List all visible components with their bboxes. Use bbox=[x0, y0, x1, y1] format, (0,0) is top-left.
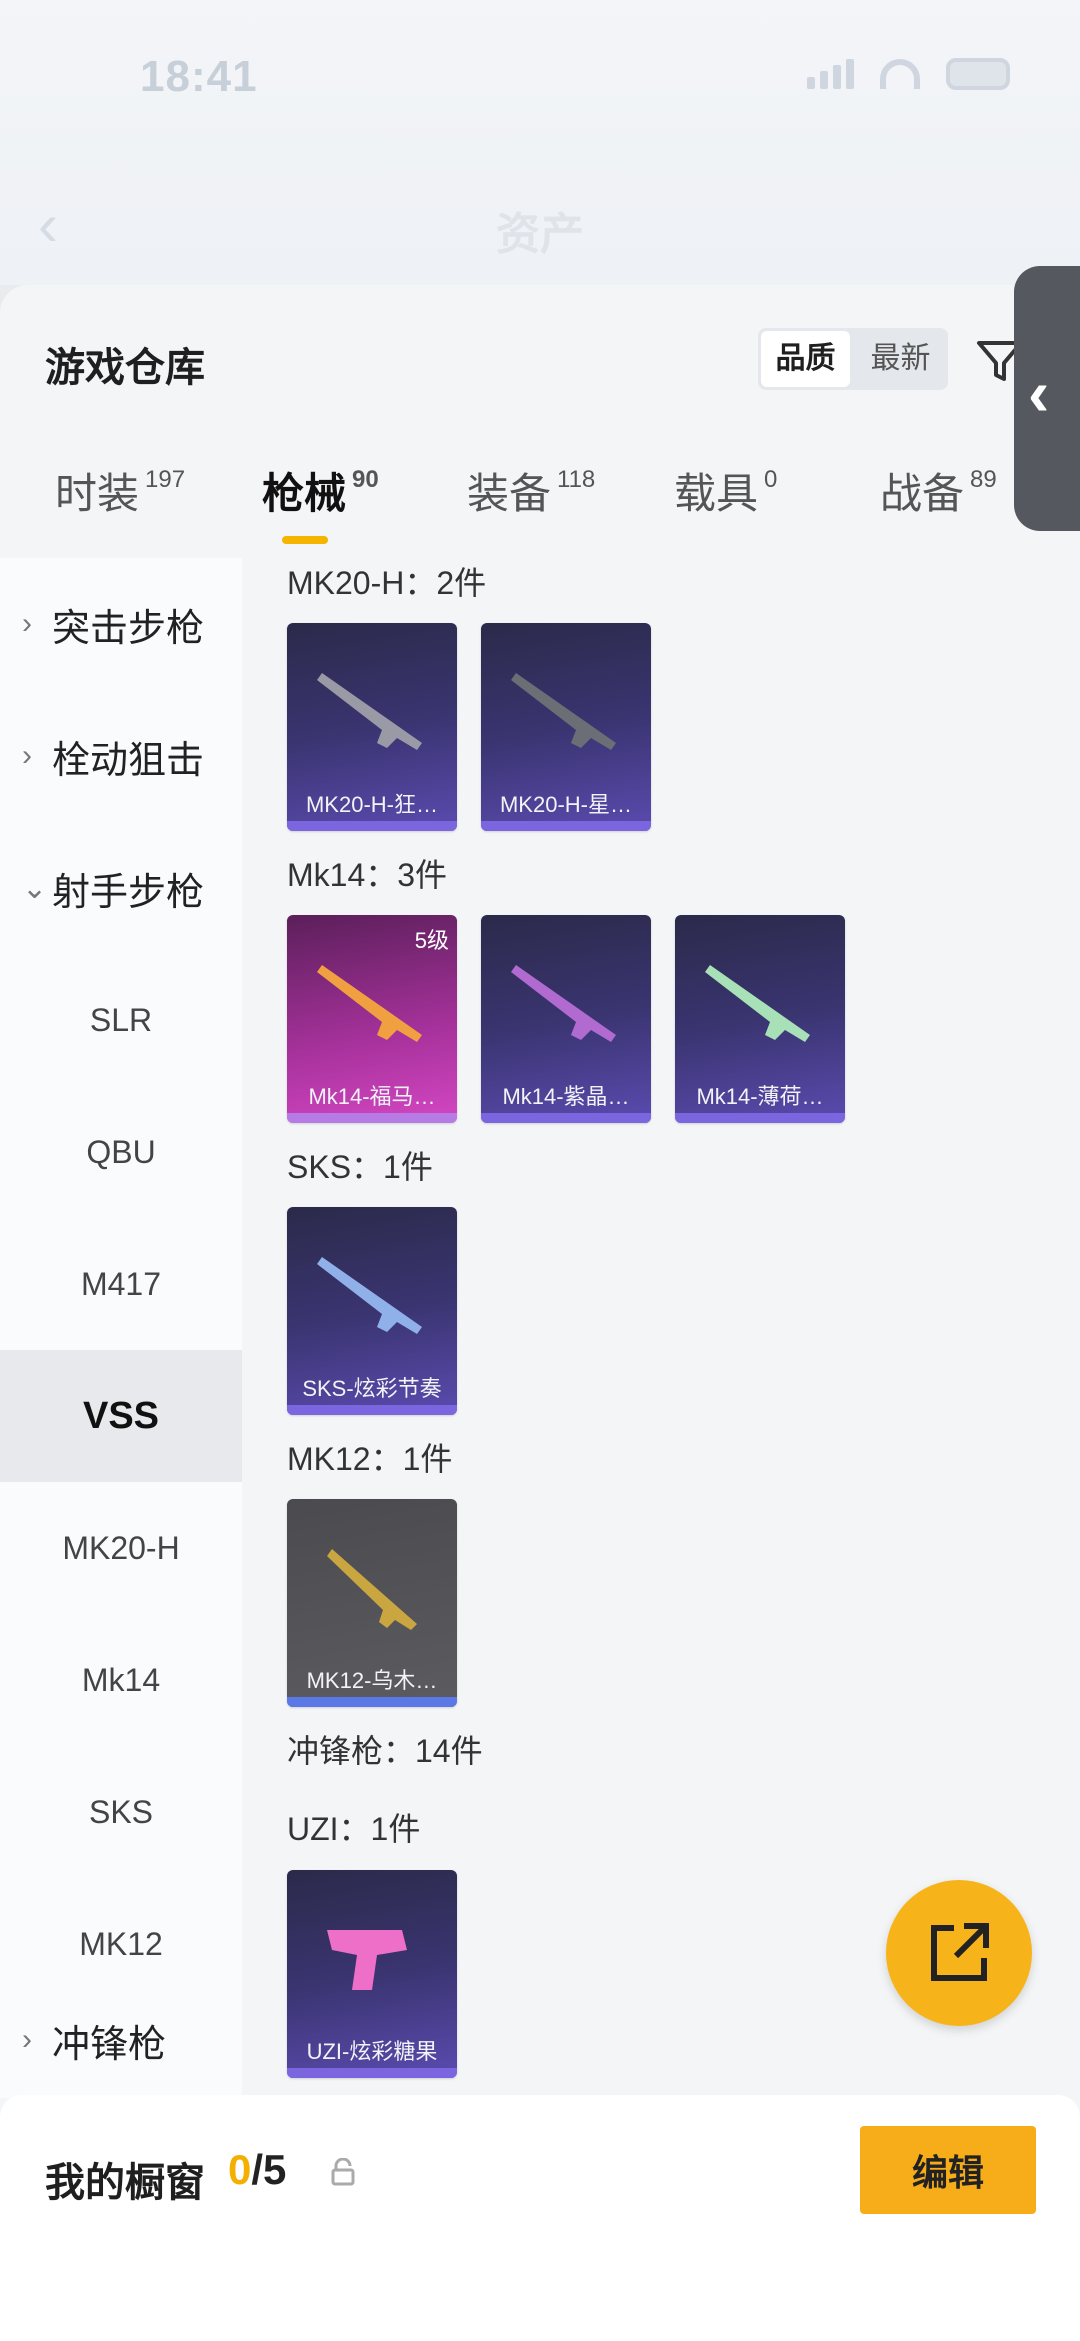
skin-name: UZI-炫彩糖果 bbox=[306, 2039, 438, 2064]
tab-fashion[interactable]: 时装 197 bbox=[55, 460, 185, 521]
rifle-icon bbox=[511, 965, 616, 1042]
weapon-category-sidebar: › 突击步枪 › 栓动狙击 ⌄ 射手步枪 SLR QBU M417 VSS MK20-… bbox=[0, 558, 242, 2098]
chevron-right-icon: › bbox=[22, 739, 32, 772]
sidebar-item-label: 射手步枪 bbox=[52, 871, 205, 914]
nav-title: 资产 bbox=[496, 210, 584, 259]
tab-count: 89 bbox=[970, 466, 997, 493]
sidebar-item-marksman-rifle[interactable]: ⌄ 射手步枪 bbox=[0, 822, 242, 954]
skin-name: Mk14-薄荷… bbox=[696, 1084, 824, 1109]
rifle-icon bbox=[317, 1257, 422, 1334]
sort-latest-button[interactable]: 最新 bbox=[856, 331, 945, 387]
rarity-bar bbox=[675, 1113, 845, 1123]
sort-quality-button[interactable]: 品质 bbox=[761, 331, 850, 387]
tab-count: 90 bbox=[352, 466, 379, 493]
sidebar-sub-qbu[interactable]: QBU bbox=[0, 1086, 242, 1218]
rarity-bar bbox=[287, 821, 457, 831]
rarity-bar bbox=[287, 1405, 457, 1415]
sort-toggle: 品质 最新 bbox=[758, 328, 948, 390]
sidebar-sub-vss[interactable]: VSS bbox=[0, 1350, 242, 1482]
share-icon bbox=[931, 1923, 989, 1981]
skin-card[interactable]: UZI-炫彩糖果 bbox=[287, 1870, 457, 2078]
lock-icon bbox=[331, 2158, 355, 2186]
page-title: 游戏仓库 bbox=[45, 346, 205, 390]
tab-indicator bbox=[282, 536, 328, 544]
tab-label: 枪械 bbox=[262, 470, 347, 517]
sidebar-item-assault-rifle[interactable]: › 突击步枪 bbox=[0, 558, 242, 690]
rarity-bar bbox=[481, 1113, 651, 1123]
smg-icon bbox=[327, 1930, 407, 1990]
status-icons bbox=[807, 58, 1010, 90]
sidebar-item-label: 栓动狙击 bbox=[52, 739, 205, 782]
skin-name: MK20-H-狂… bbox=[305, 792, 438, 817]
sidebar-sub-mk20h[interactable]: MK20-H bbox=[0, 1482, 242, 1614]
sidebar-item-smg[interactable]: › 冲锋枪 bbox=[0, 1974, 242, 2106]
status-time: 18:41 bbox=[140, 52, 258, 101]
skin-card[interactable]: MK12-乌木… bbox=[287, 1499, 457, 1707]
rifle-icon bbox=[317, 965, 422, 1042]
tab-supplies[interactable]: 战备 89 bbox=[880, 460, 997, 521]
tab-label: 战备 bbox=[880, 470, 965, 517]
tab-guns[interactable]: 枪械 90 bbox=[262, 460, 379, 521]
group-title: UZI：1件 bbox=[287, 1811, 421, 1847]
skin-name: MK12-乌木… bbox=[306, 1668, 438, 1693]
showcase-current: 0 bbox=[228, 2146, 252, 2193]
showcase-total: /5 bbox=[251, 2146, 287, 2193]
rifle-icon bbox=[511, 673, 616, 750]
category-tabs: 时装 197 枪械 90 装备 118 载具 0 战备 89 bbox=[0, 460, 1080, 550]
skin-name: Mk14-紫晶… bbox=[502, 1084, 630, 1109]
rifle-icon bbox=[327, 1549, 417, 1630]
signal-icon bbox=[807, 59, 854, 89]
sidebar-item-label: 突击步枪 bbox=[52, 607, 205, 650]
tab-label: 装备 bbox=[467, 470, 552, 517]
rifle-icon bbox=[705, 965, 810, 1042]
sidebar-sub-m417[interactable]: M417 bbox=[0, 1218, 242, 1350]
skin-name: Mk14-福马… bbox=[308, 1084, 436, 1109]
tab-count: 0 bbox=[764, 466, 778, 493]
showcase-label: 我的橱窗 bbox=[45, 2161, 205, 2205]
skin-card[interactable]: MK20-H-星… bbox=[481, 623, 651, 831]
rifle-icon bbox=[317, 673, 422, 750]
tab-label: 时装 bbox=[55, 470, 140, 517]
skin-card[interactable]: Mk14-薄荷… bbox=[675, 915, 845, 1123]
skin-card[interactable]: Mk14-紫晶… bbox=[481, 915, 651, 1123]
battery-icon bbox=[946, 58, 1010, 90]
sidebar-item-bolt-sniper[interactable]: › 栓动狙击 bbox=[0, 690, 242, 822]
rarity-bar bbox=[287, 1697, 457, 1707]
sidebar-sub-sks[interactable]: SKS bbox=[0, 1746, 242, 1878]
group-title: MK20-H：2件 bbox=[287, 565, 487, 601]
group-title: 冲锋枪：14件 bbox=[287, 1733, 483, 1769]
group-title: MK12：1件 bbox=[287, 1441, 453, 1477]
sidebar-sub-mk14[interactable]: Mk14 bbox=[0, 1614, 242, 1746]
tab-vehicles[interactable]: 载具 0 bbox=[674, 460, 777, 521]
skin-card[interactable]: 5级 Mk14-福马… bbox=[287, 915, 457, 1123]
rarity-bar bbox=[287, 1113, 457, 1123]
share-button[interactable] bbox=[886, 1880, 1032, 2026]
chevron-down-icon: ⌄ bbox=[22, 871, 48, 905]
top-area: 18:41 ‹ 资产 bbox=[0, 0, 1080, 285]
chevron-right-icon: › bbox=[22, 607, 32, 640]
tab-equipment[interactable]: 装备 118 bbox=[467, 460, 595, 521]
rarity-bar bbox=[287, 2068, 457, 2078]
skin-card[interactable]: SKS-炫彩节奏 bbox=[287, 1207, 457, 1415]
chevron-right-icon: › bbox=[22, 2023, 32, 2056]
rarity-bar bbox=[481, 821, 651, 831]
group-title: SKS：1件 bbox=[287, 1149, 433, 1185]
skin-name: MK20-H-星… bbox=[499, 792, 632, 817]
skin-name: SKS-炫彩节奏 bbox=[302, 1376, 442, 1401]
tab-label: 载具 bbox=[674, 470, 759, 517]
chevron-left-icon: ‹ bbox=[1028, 357, 1050, 429]
wifi-icon bbox=[880, 59, 920, 89]
sidebar-sub-slr[interactable]: SLR bbox=[0, 954, 242, 1086]
skin-card[interactable]: MK20-H-狂… bbox=[287, 623, 457, 831]
tab-count: 118 bbox=[557, 466, 596, 493]
group-title: Mk14：3件 bbox=[287, 857, 448, 893]
edit-button[interactable]: 编辑 bbox=[860, 2126, 1036, 2214]
sidebar-item-label: 冲锋枪 bbox=[52, 2023, 167, 2066]
showcase-count: 0/5 bbox=[228, 2146, 286, 2194]
tab-count: 197 bbox=[145, 466, 186, 493]
